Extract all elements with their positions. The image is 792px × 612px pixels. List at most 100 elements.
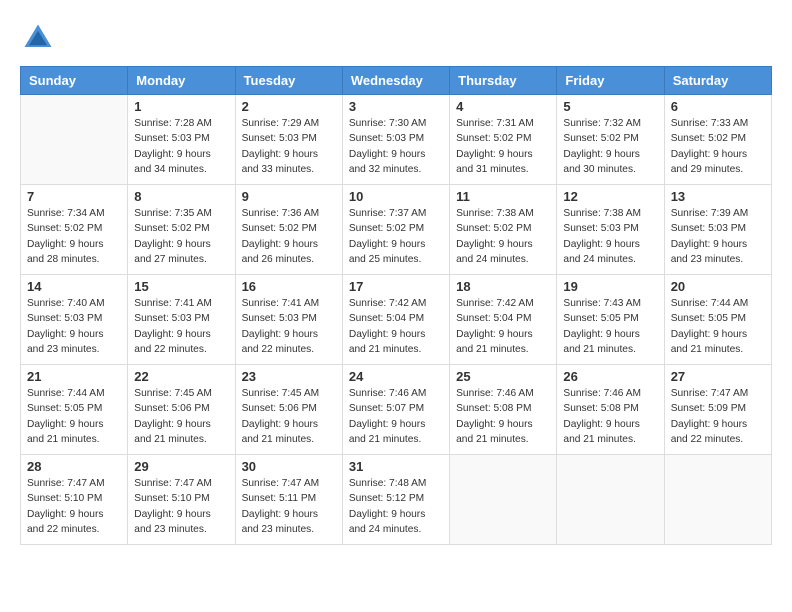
weekday-header: Thursday bbox=[450, 67, 557, 95]
calendar-day-cell bbox=[21, 95, 128, 185]
calendar-day-cell: 27 Sunrise: 7:47 AM Sunset: 5:09 PM Dayli… bbox=[664, 365, 771, 455]
calendar-day-cell: 10Sunrise: 7:37 AM Sunset: 5:02 PM Dayli… bbox=[342, 185, 449, 275]
logo-icon bbox=[20, 20, 56, 56]
calendar-day-cell: 18 Sunrise: 7:42 AM Sunset: 5:04 PM Dayli… bbox=[450, 275, 557, 365]
weekday-header: Tuesday bbox=[235, 67, 342, 95]
calendar-day-cell: 26Sunrise: 7:46 AM Sunset: 5:08 PM Dayli… bbox=[557, 365, 664, 455]
day-number: 8 bbox=[134, 189, 228, 204]
day-number: 14 bbox=[27, 279, 121, 294]
day-number: 3 bbox=[349, 99, 443, 114]
day-info: Sunrise: 7:47 AM Sunset: 5:09 PM Dayligh… bbox=[671, 386, 765, 447]
day-number: 5 bbox=[563, 99, 657, 114]
calendar-day-cell: 23 Sunrise: 7:45 AM Sunset: 5:06 PM Dayli… bbox=[235, 365, 342, 455]
day-info: Sunrise: 7:37 AM Sunset: 5:02 PM Dayligh… bbox=[349, 206, 443, 267]
day-number: 18 bbox=[456, 279, 550, 294]
day-number: 9 bbox=[242, 189, 336, 204]
day-info: Sunrise: 7:47 AM Sunset: 5:10 PM Dayligh… bbox=[134, 476, 228, 537]
calendar-day-cell: 7 Sunrise: 7:34 AM Sunset: 5:02 PM Daylig… bbox=[21, 185, 128, 275]
day-number: 23 bbox=[242, 369, 336, 384]
weekday-header: Wednesday bbox=[342, 67, 449, 95]
day-number: 31 bbox=[349, 459, 443, 474]
day-info: Sunrise: 7:35 AM Sunset: 5:02 PM Dayligh… bbox=[134, 206, 228, 267]
day-info: Sunrise: 7:33 AM Sunset: 5:02 PM Dayligh… bbox=[671, 116, 765, 177]
calendar-day-cell: 30 Sunrise: 7:47 AM Sunset: 5:11 PM Dayli… bbox=[235, 455, 342, 545]
calendar-day-cell: 22 Sunrise: 7:45 AM Sunset: 5:06 PM Dayli… bbox=[128, 365, 235, 455]
day-info: Sunrise: 7:44 AM Sunset: 5:05 PM Dayligh… bbox=[27, 386, 121, 447]
calendar-header-row: SundayMondayTuesdayWednesdayThursdayFrid… bbox=[21, 67, 772, 95]
calendar-week-row: 21 Sunrise: 7:44 AM Sunset: 5:05 PM Dayli… bbox=[21, 365, 772, 455]
day-info: Sunrise: 7:43 AM Sunset: 5:05 PM Dayligh… bbox=[563, 296, 657, 357]
calendar-day-cell: 8 Sunrise: 7:35 AM Sunset: 5:02 PM Daylig… bbox=[128, 185, 235, 275]
calendar-day-cell: 2Sunrise: 7:29 AM Sunset: 5:03 PM Daylig… bbox=[235, 95, 342, 185]
weekday-header: Sunday bbox=[21, 67, 128, 95]
calendar-day-cell: 9 Sunrise: 7:36 AM Sunset: 5:02 PM Daylig… bbox=[235, 185, 342, 275]
day-info: Sunrise: 7:47 AM Sunset: 5:11 PM Dayligh… bbox=[242, 476, 336, 537]
day-info: Sunrise: 7:34 AM Sunset: 5:02 PM Dayligh… bbox=[27, 206, 121, 267]
day-number: 21 bbox=[27, 369, 121, 384]
logo bbox=[20, 20, 58, 56]
calendar-day-cell: 5Sunrise: 7:32 AM Sunset: 5:02 PM Daylig… bbox=[557, 95, 664, 185]
day-number: 13 bbox=[671, 189, 765, 204]
calendar-day-cell: 25 Sunrise: 7:46 AM Sunset: 5:08 PM Dayli… bbox=[450, 365, 557, 455]
calendar-day-cell bbox=[450, 455, 557, 545]
day-info: Sunrise: 7:47 AM Sunset: 5:10 PM Dayligh… bbox=[27, 476, 121, 537]
weekday-header: Monday bbox=[128, 67, 235, 95]
weekday-header: Saturday bbox=[664, 67, 771, 95]
day-number: 22 bbox=[134, 369, 228, 384]
calendar-day-cell: 20 Sunrise: 7:44 AM Sunset: 5:05 PM Dayli… bbox=[664, 275, 771, 365]
weekday-header: Friday bbox=[557, 67, 664, 95]
day-number: 15 bbox=[134, 279, 228, 294]
calendar-day-cell: 12 Sunrise: 7:38 AM Sunset: 5:03 PM Dayli… bbox=[557, 185, 664, 275]
day-number: 16 bbox=[242, 279, 336, 294]
calendar-day-cell: 16 Sunrise: 7:41 AM Sunset: 5:03 PM Dayli… bbox=[235, 275, 342, 365]
day-info: Sunrise: 7:30 AM Sunset: 5:03 PM Dayligh… bbox=[349, 116, 443, 177]
day-number: 7 bbox=[27, 189, 121, 204]
day-number: 17 bbox=[349, 279, 443, 294]
day-info: Sunrise: 7:44 AM Sunset: 5:05 PM Dayligh… bbox=[671, 296, 765, 357]
calendar-day-cell: 21 Sunrise: 7:44 AM Sunset: 5:05 PM Dayli… bbox=[21, 365, 128, 455]
calendar-week-row: 7 Sunrise: 7:34 AM Sunset: 5:02 PM Daylig… bbox=[21, 185, 772, 275]
calendar-day-cell bbox=[557, 455, 664, 545]
calendar-week-row: 1 Sunrise: 7:28 AM Sunset: 5:03 PM Daylig… bbox=[21, 95, 772, 185]
calendar-day-cell: 6 Sunrise: 7:33 AM Sunset: 5:02 PM Daylig… bbox=[664, 95, 771, 185]
day-number: 24 bbox=[349, 369, 443, 384]
day-number: 20 bbox=[671, 279, 765, 294]
calendar-week-row: 14 Sunrise: 7:40 AM Sunset: 5:03 PM Dayli… bbox=[21, 275, 772, 365]
day-info: Sunrise: 7:40 AM Sunset: 5:03 PM Dayligh… bbox=[27, 296, 121, 357]
day-info: Sunrise: 7:45 AM Sunset: 5:06 PM Dayligh… bbox=[242, 386, 336, 447]
calendar-day-cell: 4Sunrise: 7:31 AM Sunset: 5:02 PM Daylig… bbox=[450, 95, 557, 185]
day-info: Sunrise: 7:46 AM Sunset: 5:08 PM Dayligh… bbox=[456, 386, 550, 447]
day-info: Sunrise: 7:42 AM Sunset: 5:04 PM Dayligh… bbox=[456, 296, 550, 357]
day-info: Sunrise: 7:29 AM Sunset: 5:03 PM Dayligh… bbox=[242, 116, 336, 177]
calendar-day-cell: 3 Sunrise: 7:30 AM Sunset: 5:03 PM Daylig… bbox=[342, 95, 449, 185]
day-info: Sunrise: 7:28 AM Sunset: 5:03 PM Dayligh… bbox=[134, 116, 228, 177]
day-number: 6 bbox=[671, 99, 765, 114]
calendar-day-cell: 28 Sunrise: 7:47 AM Sunset: 5:10 PM Dayli… bbox=[21, 455, 128, 545]
day-info: Sunrise: 7:46 AM Sunset: 5:08 PM Dayligh… bbox=[563, 386, 657, 447]
day-info: Sunrise: 7:41 AM Sunset: 5:03 PM Dayligh… bbox=[242, 296, 336, 357]
day-number: 27 bbox=[671, 369, 765, 384]
day-number: 25 bbox=[456, 369, 550, 384]
calendar-day-cell: 17 Sunrise: 7:42 AM Sunset: 5:04 PM Dayli… bbox=[342, 275, 449, 365]
day-info: Sunrise: 7:48 AM Sunset: 5:12 PM Dayligh… bbox=[349, 476, 443, 537]
calendar-day-cell: 24Sunrise: 7:46 AM Sunset: 5:07 PM Dayli… bbox=[342, 365, 449, 455]
day-number: 12 bbox=[563, 189, 657, 204]
calendar-day-cell: 13Sunrise: 7:39 AM Sunset: 5:03 PM Dayli… bbox=[664, 185, 771, 275]
calendar-day-cell: 14 Sunrise: 7:40 AM Sunset: 5:03 PM Dayli… bbox=[21, 275, 128, 365]
day-number: 19 bbox=[563, 279, 657, 294]
day-info: Sunrise: 7:38 AM Sunset: 5:03 PM Dayligh… bbox=[563, 206, 657, 267]
calendar-day-cell: 19 Sunrise: 7:43 AM Sunset: 5:05 PM Dayli… bbox=[557, 275, 664, 365]
day-info: Sunrise: 7:42 AM Sunset: 5:04 PM Dayligh… bbox=[349, 296, 443, 357]
calendar-day-cell: 31 Sunrise: 7:48 AM Sunset: 5:12 PM Dayli… bbox=[342, 455, 449, 545]
day-number: 28 bbox=[27, 459, 121, 474]
day-info: Sunrise: 7:38 AM Sunset: 5:02 PM Dayligh… bbox=[456, 206, 550, 267]
day-info: Sunrise: 7:36 AM Sunset: 5:02 PM Dayligh… bbox=[242, 206, 336, 267]
calendar-day-cell bbox=[664, 455, 771, 545]
day-number: 11 bbox=[456, 189, 550, 204]
day-number: 30 bbox=[242, 459, 336, 474]
calendar-day-cell: 11 Sunrise: 7:38 AM Sunset: 5:02 PM Dayli… bbox=[450, 185, 557, 275]
day-info: Sunrise: 7:45 AM Sunset: 5:06 PM Dayligh… bbox=[134, 386, 228, 447]
day-number: 4 bbox=[456, 99, 550, 114]
calendar-day-cell: 15Sunrise: 7:41 AM Sunset: 5:03 PM Dayli… bbox=[128, 275, 235, 365]
day-number: 1 bbox=[134, 99, 228, 114]
